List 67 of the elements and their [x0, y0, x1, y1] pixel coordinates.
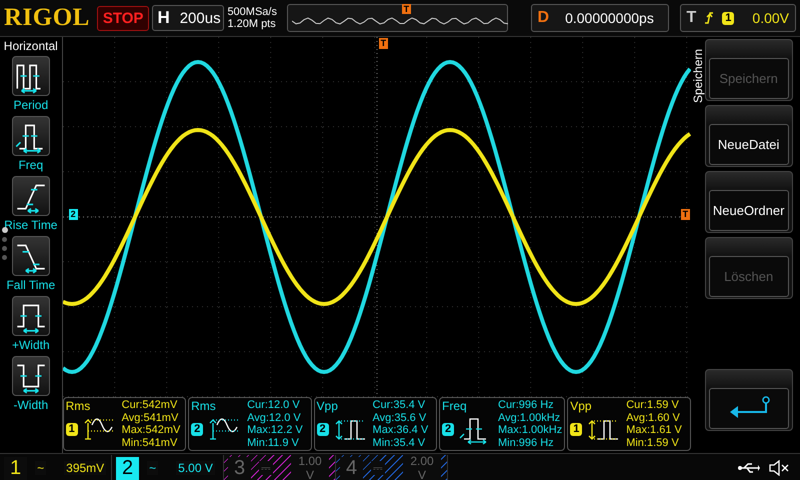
softkey-button[interactable]: NeueDatei — [704, 105, 793, 167]
timebase-value: 200us — [180, 10, 221, 26]
measurement-name: Rms — [191, 399, 217, 413]
delay-label: D — [538, 9, 550, 27]
trigger-panel[interactable]: T 1 0.00V — [680, 4, 796, 32]
measurement-value: Min:1.59 V — [626, 436, 680, 449]
measurement-value: Max:1.61 V — [626, 424, 683, 436]
edge-icon — [12, 236, 50, 276]
brand-logo: RIGOL — [4, 4, 90, 32]
trigger-label: T — [686, 9, 696, 27]
measurement-value: Cur:1.59 V — [626, 399, 680, 412]
measurement-value: Avg:1.60 V — [626, 412, 681, 424]
measurement-name: Freq — [442, 399, 468, 413]
menu-title: Speichern — [690, 48, 705, 105]
measurement-value: Avg:541mV — [122, 412, 180, 424]
measurement-value: Max:542mV — [122, 424, 182, 436]
measurement-value: Avg:1.00kHz — [498, 412, 562, 424]
delay-value: 0.00000000ps — [565, 10, 654, 26]
measure-menu-item[interactable]: Period — [12, 56, 50, 112]
pulse-icon — [12, 296, 50, 336]
measurement-value: Min:35.4 V — [372, 436, 426, 449]
channel-badge: 1 — [66, 422, 78, 436]
measurement-value: Max:12.2 V — [247, 424, 304, 436]
trigger-position-marker: T — [402, 4, 412, 14]
measurement-name: Vpp — [316, 399, 339, 413]
menu-title: Horizontal — [4, 39, 58, 53]
trigger-source-badge: 1 — [722, 12, 734, 24]
measurement-value: Min:541mV — [122, 436, 178, 449]
timebase-label: H — [157, 8, 170, 28]
delay-panel[interactable]: D 0.00000000ps — [530, 4, 668, 32]
measurement-value: Min:996 Hz — [498, 436, 555, 449]
run-state-indicator[interactable]: STOP — [96, 6, 150, 30]
channel-badge: 2 — [316, 422, 329, 436]
edge-icon — [12, 176, 50, 216]
channel-badge: 2 — [442, 422, 454, 436]
measurement-value: Cur:12.0 V — [247, 399, 301, 412]
measurement-name: Rms — [66, 399, 92, 413]
pulse-icon — [12, 356, 50, 396]
measure-menu-item[interactable]: +Width — [12, 296, 50, 352]
channel-tab[interactable]: 1 ~ 395mV — [0, 455, 112, 480]
rising-edge-icon — [704, 11, 714, 25]
measurement-value: Max:1.00kHz — [498, 424, 562, 436]
usb-icon — [738, 462, 760, 474]
measure-menu-item[interactable]: Rise Time — [4, 176, 58, 232]
timebase-panel[interactable]: H 200us — [152, 5, 224, 31]
measurement-value: Avg:35.6 V — [372, 412, 428, 424]
pulse-icon — [12, 56, 50, 96]
measurement-value: Max:36.4 V — [372, 424, 430, 436]
measurement-name: Vpp — [570, 399, 593, 413]
back-button[interactable] — [704, 369, 793, 431]
measure-menu-item[interactable]: Fall Time — [6, 236, 56, 292]
trigger-level-value: 0.00V — [752, 10, 789, 26]
measurement-value: Cur:996 Hz — [498, 399, 555, 412]
mute-icon — [768, 460, 790, 476]
measurement-value: Min:11.9 V — [247, 436, 300, 449]
measure-menu-item[interactable]: Freq — [12, 116, 50, 172]
sample-rate: 500MSa/s — [227, 6, 278, 18]
channel-tab[interactable]: 2 ~ 5.00 V — [112, 455, 224, 480]
softkey-button[interactable]: NeueOrdner — [704, 171, 793, 233]
channel-badge: 2 — [191, 422, 204, 436]
measure-menu-item[interactable]: -Width — [12, 356, 50, 412]
measurement-value: Cur:35.4 V — [372, 399, 426, 412]
measurement-value: Avg:12.0 V — [247, 412, 302, 424]
memory-depth: 1.20M pts — [227, 18, 277, 30]
channel-badge: 1 — [570, 422, 582, 436]
pulse-icon — [12, 116, 50, 156]
measurement-value: Cur:542mV — [122, 399, 178, 412]
